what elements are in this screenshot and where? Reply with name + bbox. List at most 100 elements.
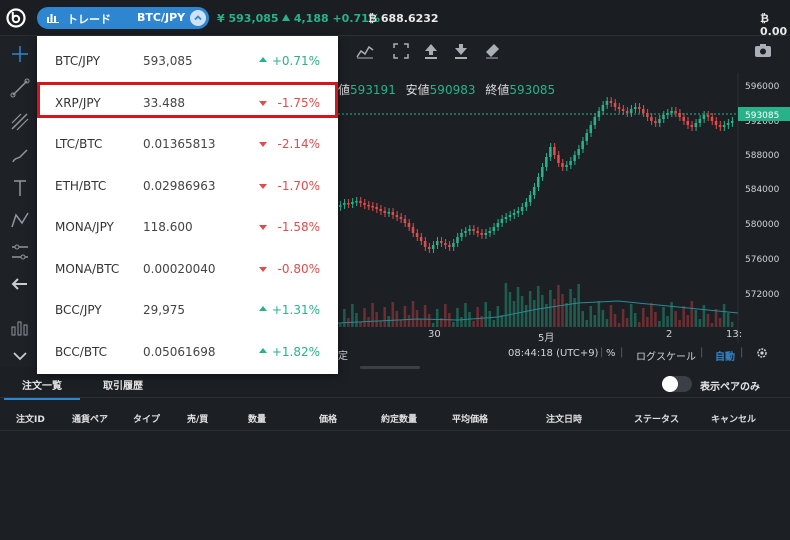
- volume-bar: [476, 307, 479, 327]
- candle-body: [452, 243, 455, 247]
- arrow-left-icon[interactable]: [9, 273, 31, 295]
- candle-body: [557, 155, 560, 163]
- candle-body: [407, 223, 411, 227]
- volume-bar: [403, 306, 407, 327]
- volume-bar: [435, 309, 439, 327]
- volume-bar: [706, 314, 710, 327]
- candle-body: [536, 177, 540, 187]
- price-tick: 576000: [745, 255, 780, 265]
- volume-bar: [718, 318, 722, 327]
- candle-body: [343, 203, 346, 205]
- bitcoin-icon: ₿: [760, 12, 769, 25]
- volume-bar: [504, 283, 508, 327]
- pair-row-bcc-btc[interactable]: BCC/BTC 0.05061698 +1.82%: [37, 331, 338, 372]
- candle-body: [431, 245, 435, 249]
- pair-symbol: BTC/JPY: [55, 54, 101, 68]
- candle-body: [726, 123, 730, 125]
- pair-change: -1.75%: [277, 95, 320, 110]
- volume-bar: [456, 308, 459, 327]
- trend-line-icon[interactable]: [9, 77, 31, 99]
- candle-body: [347, 203, 350, 205]
- candle-body: [440, 241, 443, 243]
- pattern-tool-icon[interactable]: [9, 209, 31, 231]
- text-tool-icon[interactable]: [9, 177, 31, 199]
- candle-body: [561, 163, 564, 167]
- volume-bar: [629, 304, 633, 327]
- time-tick-30: 30: [428, 329, 441, 340]
- percent-toggle[interactable]: %: [606, 348, 616, 359]
- pair-row-ltc-btc[interactable]: LTC/BTC 0.01365813 -2.14%: [37, 123, 338, 164]
- volume-bar: [363, 308, 366, 327]
- pair-row-mona-jpy[interactable]: MONA/JPY 118.600 -1.58%: [37, 206, 338, 247]
- pair-price: 29,975: [143, 303, 185, 317]
- candle-body: [468, 229, 471, 231]
- log-scale-toggle[interactable]: ログスケール: [636, 348, 696, 363]
- pair-symbol: BCC/BTC: [55, 344, 108, 359]
- candle-body: [702, 115, 706, 119]
- volume-bar: [577, 284, 580, 327]
- candle-body: [577, 149, 580, 155]
- brush-icon[interactable]: [9, 145, 31, 167]
- volume-bar: [593, 315, 597, 327]
- top-bar: トレード BTC/JPY ¥ 593,085 4,188 +0.71% ₿ 68…: [0, 0, 790, 38]
- volume-bar: [516, 287, 520, 327]
- pair-price: 593,085: [143, 54, 193, 68]
- col-filled: 約定数量: [381, 415, 418, 425]
- chevron-down-icon[interactable]: [9, 345, 31, 367]
- pair-row-bcc-jpy[interactable]: BCC/JPY 29,975 +1.31%: [37, 289, 338, 330]
- volume-bar: [492, 320, 496, 327]
- candle-body: [532, 187, 536, 195]
- volume-bar: [702, 305, 706, 327]
- col-order-id: 注文ID: [16, 415, 45, 425]
- pair-row-mona-btc[interactable]: MONA/BTC 0.00020040 -0.80%: [37, 248, 338, 289]
- candle-body: [520, 207, 524, 211]
- volume-bar: [464, 303, 467, 327]
- tab-orders[interactable]: 注文一覧: [4, 377, 80, 400]
- candle-body: [690, 125, 694, 127]
- measure-tool-icon[interactable]: [9, 241, 31, 263]
- candle-body: [654, 121, 657, 123]
- pair-row-btc-jpy[interactable]: BTC/JPY 593,085 +0.71%: [37, 40, 338, 81]
- chevron-up-icon[interactable]: [190, 10, 206, 26]
- trade-pair-selector[interactable]: トレード BTC/JPY: [37, 7, 209, 29]
- candle-body: [395, 215, 399, 217]
- candle-body: [698, 119, 702, 123]
- candle-body: [642, 109, 645, 113]
- settings-gear-icon[interactable]: [756, 347, 768, 359]
- clock-time: 08:44:18 (UTC+9): [508, 348, 599, 359]
- volume-bar: [674, 311, 677, 327]
- volume-bar: [371, 303, 374, 327]
- volume-bar: [569, 289, 572, 327]
- tab-history[interactable]: 取引履歴: [103, 377, 143, 392]
- col-pair: 通貨ペア: [72, 415, 109, 425]
- volume-bar: [411, 301, 415, 327]
- arrow-down-icon: [259, 142, 267, 147]
- candle-body: [710, 117, 714, 121]
- volume-bar: [553, 299, 556, 327]
- pair-row-eth-btc[interactable]: ETH/BTC 0.02986963 -1.70%: [37, 165, 338, 206]
- pair-row-xrp-jpy[interactable]: XRP/JPY 33.488 -1.75%: [37, 82, 338, 123]
- volume-bar: [589, 306, 593, 327]
- candle-body: [371, 206, 374, 208]
- bitcoin-icon: ₿: [368, 12, 377, 25]
- pair-price: 0.05061698: [143, 344, 216, 359]
- logo-icon[interactable]: [6, 8, 26, 28]
- candlestick-chart[interactable]: 5960005920005880005840005800005760005720…: [338, 37, 790, 343]
- candle-body: [585, 133, 589, 141]
- arrow-up-icon: [282, 14, 290, 21]
- fib-tool-icon[interactable]: [9, 111, 31, 133]
- volume-bar: [419, 319, 423, 327]
- candle-body: [379, 209, 382, 211]
- pair-change: +1.82%: [271, 344, 320, 359]
- candle-body: [444, 243, 447, 245]
- price-chart[interactable]: 値593191 安値590983 終値593085 596000 592000 58…: [338, 37, 790, 365]
- show-pair-only-toggle[interactable]: [662, 376, 692, 392]
- candle-body: [516, 211, 520, 213]
- volume-bar: [452, 322, 455, 327]
- auto-scale-toggle[interactable]: 自動: [715, 348, 735, 363]
- candle-body: [625, 111, 629, 113]
- pair-change: -1.58%: [277, 220, 320, 234]
- crosshair-icon[interactable]: [9, 43, 31, 65]
- volume-bar: [415, 310, 419, 327]
- indicator-icon[interactable]: [9, 317, 31, 339]
